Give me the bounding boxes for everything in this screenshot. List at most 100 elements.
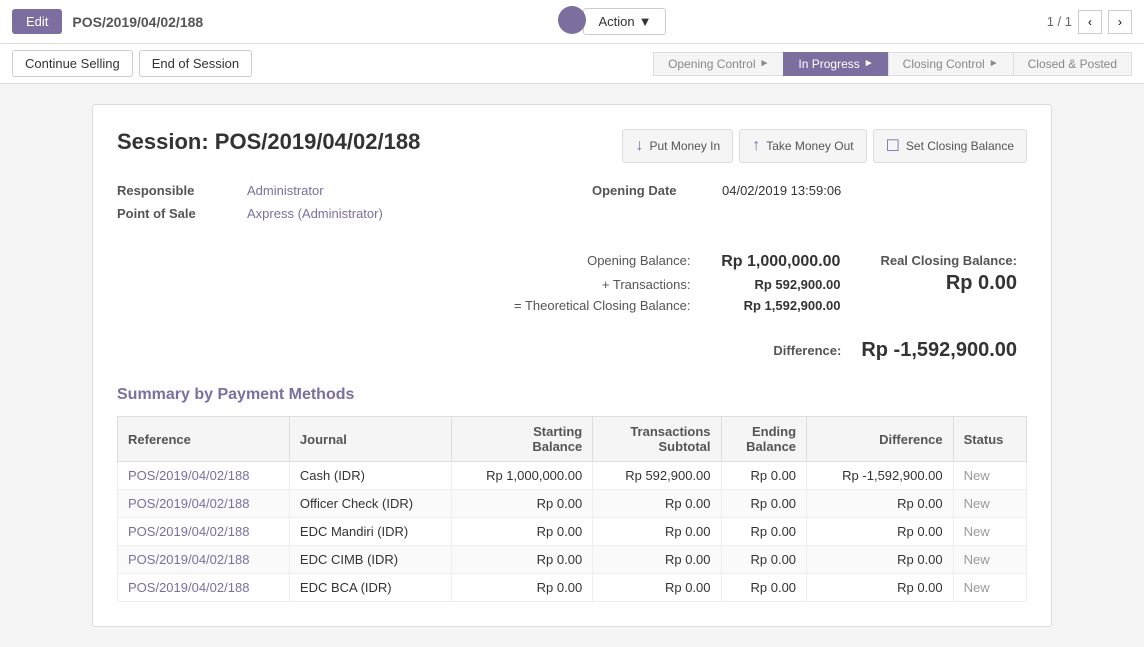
cell-difference: Rp 0.00 xyxy=(807,546,954,574)
top-bar: Edit POS/2019/04/02/188 Action ▼ 1 / 1 ‹… xyxy=(0,0,1144,44)
cell-reference[interactable]: POS/2019/04/02/188 xyxy=(118,518,290,546)
col-header-ending-balance: EndingBalance xyxy=(721,417,807,462)
fields-row: Responsible Administrator Point of Sale … xyxy=(117,183,1027,229)
cell-status: New xyxy=(953,518,1026,546)
cell-transactions-subtotal: Rp 0.00 xyxy=(593,490,721,518)
opening-balance-value: Rp 1,000,000.00 xyxy=(710,253,840,271)
cell-reference[interactable]: POS/2019/04/02/188 xyxy=(118,462,290,490)
cell-difference: Rp 0.00 xyxy=(807,518,954,546)
balances-right: Real Closing Balance: Rp 0.00 xyxy=(840,253,1017,319)
status-bar-left: Continue Selling End of Session xyxy=(12,50,252,77)
field-col-left: Responsible Administrator Point of Sale … xyxy=(117,183,552,229)
opening-date-field: Opening Date 04/02/2019 13:59:06 xyxy=(592,183,1027,198)
status-circle xyxy=(558,6,586,34)
theoretical-label: = Theoretical Closing Balance: xyxy=(514,298,690,313)
top-bar-center-action: Action ▼ xyxy=(583,8,666,35)
step-closing-control[interactable]: Closing Control ► xyxy=(888,52,1014,76)
take-money-label: Take Money Out xyxy=(766,139,853,153)
table-header-row: Reference Journal StartingBalance Transa… xyxy=(118,417,1027,462)
cell-starting-balance: Rp 0.00 xyxy=(451,490,592,518)
table-row: POS/2019/04/02/188 EDC CIMB (IDR) Rp 0.0… xyxy=(118,546,1027,574)
put-money-in-button[interactable]: ↓ Put Money In xyxy=(622,129,733,163)
status-bar: Continue Selling End of Session Opening … xyxy=(0,44,1144,84)
table-row: POS/2019/04/02/188 EDC BCA (IDR) Rp 0.00… xyxy=(118,574,1027,602)
session-title: Session: POS/2019/04/02/188 xyxy=(117,129,420,155)
table-row: POS/2019/04/02/188 Officer Check (IDR) R… xyxy=(118,490,1027,518)
step-in-progress[interactable]: In Progress ► xyxy=(783,52,888,76)
cell-ending-balance: Rp 0.00 xyxy=(721,546,807,574)
cell-reference[interactable]: POS/2019/04/02/188 xyxy=(118,574,290,602)
transactions-value: Rp 592,900.00 xyxy=(710,277,840,292)
pos-value[interactable]: Axpress (Administrator) xyxy=(247,206,383,221)
cell-ending-balance: Rp 0.00 xyxy=(721,574,807,602)
col-header-difference: Difference xyxy=(807,417,954,462)
cell-journal: EDC BCA (IDR) xyxy=(289,574,451,602)
prev-button[interactable]: ‹ xyxy=(1078,10,1102,34)
col-header-starting-balance: StartingBalance xyxy=(451,417,592,462)
cell-difference: Rp 0.00 xyxy=(807,490,954,518)
col-header-transactions-subtotal: TransactionsSubtotal xyxy=(593,417,721,462)
opening-balance-row: Opening Balance: Rp 1,000,000.00 xyxy=(127,253,840,271)
continue-selling-button[interactable]: Continue Selling xyxy=(12,50,133,77)
top-center-indicator xyxy=(558,6,586,37)
cell-ending-balance: Rp 0.00 xyxy=(721,490,807,518)
transactions-row: + Transactions: Rp 592,900.00 xyxy=(127,277,840,292)
real-closing-label: Real Closing Balance: xyxy=(880,253,1017,268)
step-arrow-icon: ► xyxy=(864,58,874,69)
cell-starting-balance: Rp 0.00 xyxy=(451,518,592,546)
set-closing-balance-button[interactable]: ☐ Set Closing Balance xyxy=(873,129,1027,163)
opening-date-label: Opening Date xyxy=(592,183,722,198)
cell-reference[interactable]: POS/2019/04/02/188 xyxy=(118,546,290,574)
chevron-down-icon: ▼ xyxy=(639,14,652,29)
next-button[interactable]: › xyxy=(1108,10,1132,34)
pos-label: Point of Sale xyxy=(117,206,247,221)
cell-starting-balance: Rp 0.00 xyxy=(451,574,592,602)
cell-journal: Officer Check (IDR) xyxy=(289,490,451,518)
cell-ending-balance: Rp 0.00 xyxy=(721,518,807,546)
balances-left: Opening Balance: Rp 1,000,000.00 + Trans… xyxy=(127,253,840,319)
real-closing-value: Rp 0.00 xyxy=(946,272,1017,295)
cell-transactions-subtotal: Rp 0.00 xyxy=(593,574,721,602)
closing-balance-icon: ☐ xyxy=(886,136,900,156)
session-card: Session: POS/2019/04/02/188 ↓ Put Money … xyxy=(92,104,1052,627)
summary-table: Reference Journal StartingBalance Transa… xyxy=(117,416,1027,602)
theoretical-row: = Theoretical Closing Balance: Rp 1,592,… xyxy=(127,298,840,313)
end-of-session-button[interactable]: End of Session xyxy=(139,50,252,77)
session-action-buttons: ↓ Put Money In ↑ Take Money Out ☐ Set Cl… xyxy=(622,129,1027,163)
step-arrow-icon: ► xyxy=(989,58,999,69)
difference-value: Rp -1,592,900.00 xyxy=(861,339,1017,362)
opening-balance-label: Opening Balance: xyxy=(587,253,690,271)
step-opening-control[interactable]: Opening Control ► xyxy=(653,52,784,76)
col-header-journal: Journal xyxy=(289,417,451,462)
cell-starting-balance: Rp 1,000,000.00 xyxy=(451,462,592,490)
cell-difference: Rp -1,592,900.00 xyxy=(807,462,954,490)
action-button[interactable]: Action ▼ xyxy=(583,8,666,35)
top-bar-right: 1 / 1 ‹ › xyxy=(1047,10,1132,34)
table-row: POS/2019/04/02/188 Cash (IDR) Rp 1,000,0… xyxy=(118,462,1027,490)
status-steps: Opening Control ► In Progress ► Closing … xyxy=(653,52,1132,76)
col-header-status: Status xyxy=(953,417,1026,462)
difference-row: Difference: Rp -1,592,900.00 xyxy=(117,339,1027,362)
cell-transactions-subtotal: Rp 0.00 xyxy=(593,518,721,546)
cell-status: New xyxy=(953,546,1026,574)
step-arrow-icon: ► xyxy=(759,58,769,69)
theoretical-value: Rp 1,592,900.00 xyxy=(710,298,840,313)
col-header-reference: Reference xyxy=(118,417,290,462)
page-title: POS/2019/04/02/188 xyxy=(72,14,203,30)
step-closed-posted[interactable]: Closed & Posted xyxy=(1013,52,1132,76)
cell-starting-balance: Rp 0.00 xyxy=(451,546,592,574)
set-closing-label: Set Closing Balance xyxy=(906,139,1014,153)
take-money-out-button[interactable]: ↑ Take Money Out xyxy=(739,129,866,163)
session-header: Session: POS/2019/04/02/188 ↓ Put Money … xyxy=(117,129,1027,163)
put-money-label: Put Money In xyxy=(649,139,720,153)
summary-section: Summary by Payment Methods Reference Jou… xyxy=(117,386,1027,602)
cell-reference[interactable]: POS/2019/04/02/188 xyxy=(118,490,290,518)
responsible-value[interactable]: Administrator xyxy=(247,183,324,198)
cell-ending-balance: Rp 0.00 xyxy=(721,462,807,490)
main-content: Session: POS/2019/04/02/188 ↓ Put Money … xyxy=(0,84,1144,647)
edit-button[interactable]: Edit xyxy=(12,9,62,34)
cell-journal: EDC Mandiri (IDR) xyxy=(289,518,451,546)
balances-section: Opening Balance: Rp 1,000,000.00 + Trans… xyxy=(117,253,1027,319)
cell-journal: EDC CIMB (IDR) xyxy=(289,546,451,574)
responsible-field: Responsible Administrator xyxy=(117,183,552,198)
